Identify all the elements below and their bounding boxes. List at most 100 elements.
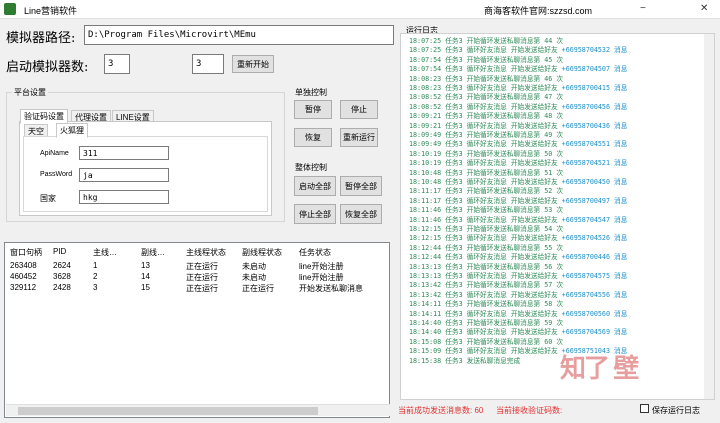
- log-text: 任务3 开始循环发送私聊消息第 49 次: [445, 131, 564, 139]
- cell-main-thread: 1: [93, 261, 98, 270]
- log-time: 18:15:38: [409, 356, 442, 365]
- log-line: 18:07:25 任务3 开始循环发送私聊消息第 44 次: [409, 37, 563, 46]
- log-text: 任务3 开始循环发送私聊消息第 56 次: [445, 262, 564, 271]
- log-line: 18:14:40 任务3 开始循环发送私聊消息第 59 次: [409, 319, 563, 328]
- stop-all-button[interactable]: 停止全部: [294, 204, 336, 224]
- log-time: 18:11:46: [409, 215, 442, 224]
- col-handle[interactable]: 窗口句柄: [10, 247, 42, 258]
- log-time: 18:13:42: [409, 281, 442, 290]
- log-text: 任务3 开始循环发送私聊消息第 53 次: [445, 206, 564, 215]
- vertical-scrollbar[interactable]: [704, 34, 714, 399]
- col-sub-status[interactable]: 副线程状态: [242, 247, 282, 258]
- log-line: 18:10:19 任务3 开始循环发送私聊消息第 50 次: [409, 150, 563, 159]
- col-main-status[interactable]: 主线程状态: [186, 247, 226, 258]
- log-phone: +66958700497 消息: [561, 196, 628, 205]
- log-text: 任务3 开始循环发送私聊消息第 51 次: [445, 168, 564, 177]
- log-phone: +66958704507 消息: [561, 65, 628, 74]
- log-line: 18:08:23 任务3 开始循环发送私聊消息第 46 次: [409, 75, 563, 84]
- log-time: 18:13:13: [409, 272, 442, 280]
- stop-button[interactable]: 停止: [340, 100, 378, 119]
- save-log-checkbox[interactable]: [640, 404, 649, 413]
- sent-count: 当前成功发送消息数: 60: [398, 406, 484, 415]
- restart-button[interactable]: 重新开始: [232, 55, 274, 73]
- password-input[interactable]: ja: [79, 168, 169, 182]
- log-phone: +66958700450 消息: [561, 178, 628, 186]
- log-text: 任务3 开始循环发送私聊消息第 46 次: [445, 74, 564, 83]
- log-time: 18:13:13: [409, 262, 442, 271]
- log-text: 任务3 循环好友消息 开始发送给好友: [445, 102, 558, 111]
- log-panel[interactable]: 18:07:25 任务3 开始循环发送私聊消息第 44 次 18:07:25 任…: [400, 33, 715, 400]
- log-time: 18:08:23: [409, 84, 442, 92]
- log-line: 18:11:46 任务3 循环好友消息 开始发送给好友 +66958704547…: [409, 216, 627, 225]
- log-time: 18:11:17: [409, 196, 442, 205]
- col-task-status[interactable]: 任务状态: [299, 247, 331, 258]
- log-text: 任务3 开始循环发送私聊消息第 57 次: [445, 281, 564, 290]
- restart-count-input[interactable]: 3: [192, 54, 224, 74]
- scrollbar-thumb[interactable]: [18, 407, 318, 415]
- log-phone: +66958700415 消息: [561, 84, 628, 92]
- password-label: PassWord: [40, 171, 73, 178]
- log-time: 18:08:23: [409, 74, 442, 83]
- log-text: 任务3 开始循环发送私聊消息第 55 次: [445, 243, 564, 252]
- emulator-path-label: 模拟器路径:: [6, 31, 76, 46]
- log-text: 任务3 开始循环发送私聊消息第 58 次: [445, 300, 564, 309]
- log-text: 任务3 循环好友消息 开始发送给好友: [445, 46, 558, 55]
- subtab-firefox[interactable]: 火狐狸: [56, 123, 88, 138]
- close-icon[interactable]: ✕: [700, 3, 708, 14]
- log-text: 任务3 循环好友消息 开始发送给好友: [445, 196, 558, 205]
- cell-sub-thread: 14: [141, 272, 150, 281]
- log-phone: +66958704526 消息: [561, 234, 628, 243]
- log-line: 18:08:23 任务3 循环好友消息 开始发送给好友 +66958700415…: [409, 84, 627, 93]
- task-table[interactable]: 窗口句柄 PID 主线… 副线… 主线程状态 副线程状态 任务状态 263408…: [4, 242, 390, 418]
- horizontal-scrollbar[interactable]: [6, 404, 390, 416]
- col-sub-thread[interactable]: 副线…: [141, 247, 165, 258]
- log-time: 18:07:25: [409, 46, 442, 55]
- col-pid[interactable]: PID: [53, 247, 66, 256]
- pause-all-button[interactable]: 暂停全部: [340, 176, 382, 196]
- log-time: 18:12:44: [409, 243, 442, 252]
- log-time: 18:14:11: [409, 309, 442, 318]
- log-text: 任务3 循环好友消息 开始发送给好友: [445, 234, 558, 243]
- log-line: 18:14:11 任务3 循环好友消息 开始发送给好友 +66958700560…: [409, 310, 627, 319]
- log-text: 任务3 开始循环发送私聊消息第 50 次: [445, 149, 564, 158]
- tab-captcha[interactable]: 验证码设置: [20, 109, 68, 124]
- log-time: 18:12:15: [409, 234, 442, 243]
- log-phone: +66958704521 消息: [561, 159, 628, 168]
- minimize-icon[interactable]: −: [640, 3, 646, 14]
- log-text: 任务3 循环好友消息 开始发送给好友: [445, 253, 558, 262]
- resume-button[interactable]: 恢复: [294, 128, 332, 147]
- cell-main-thread: 2: [93, 272, 98, 281]
- cell-handle: 460452: [10, 272, 37, 281]
- resume-all-button[interactable]: 恢复全部: [340, 204, 382, 224]
- log-line: 18:12:15 任务3 开始循环发送私聊消息第 54 次: [409, 225, 563, 234]
- log-line: 18:11:17 任务3 循环好友消息 开始发送给好友 +66958700497…: [409, 197, 627, 206]
- log-line: 18:10:19 任务3 循环好友消息 开始发送给好友 +66958704521…: [409, 159, 627, 168]
- pause-button[interactable]: 暂停: [294, 100, 332, 119]
- save-log-label: 保存运行日志: [652, 406, 700, 415]
- log-line: 18:13:13 任务3 开始循环发送私聊消息第 56 次: [409, 263, 563, 272]
- cell-handle: 329112: [10, 283, 37, 292]
- rerun-button[interactable]: 重新运行: [340, 128, 378, 147]
- log-text: 任务3 循环好友消息 开始发送给好友: [445, 328, 558, 337]
- emulator-path-input[interactable]: D:\Program Files\Microvirt\MEmu: [84, 25, 394, 45]
- platform-group-title: 平台设置: [12, 87, 48, 98]
- log-line: 18:13:42 任务3 开始循环发送私聊消息第 57 次: [409, 281, 563, 290]
- log-text: 任务3 开始循环发送私聊消息第 60 次: [445, 337, 564, 346]
- emulator-count-input[interactable]: 3: [104, 54, 130, 74]
- col-main-thread[interactable]: 主线…: [93, 247, 117, 258]
- apiname-input[interactable]: 311: [79, 146, 169, 160]
- start-all-button[interactable]: 启动全部: [294, 176, 336, 196]
- log-text: 任务3 循环好友消息 开始发送给好友: [445, 178, 558, 186]
- country-label: 国家: [40, 194, 56, 203]
- log-line: 18:09:49 任务3 开始循环发送私聊消息第 49 次: [409, 131, 563, 140]
- log-phone: +66958700456 消息: [561, 102, 628, 111]
- country-input[interactable]: hkg: [79, 190, 169, 204]
- log-text: 任务3 循环好友消息 开始发送给好友: [445, 140, 558, 149]
- log-time: 18:09:49: [409, 131, 442, 139]
- log-line: 18:15:08 任务3 开始循环发送私聊消息第 60 次: [409, 338, 563, 347]
- cell-handle: 263408: [10, 261, 37, 270]
- log-text: 任务3 开始循环发送私聊消息第 54 次: [445, 225, 564, 233]
- log-line: 18:11:46 任务3 开始循环发送私聊消息第 53 次: [409, 206, 563, 215]
- log-time: 18:15:09: [409, 347, 442, 356]
- log-line: 18:07:25 任务3 循环好友消息 开始发送给好友 +66958704532…: [409, 46, 627, 55]
